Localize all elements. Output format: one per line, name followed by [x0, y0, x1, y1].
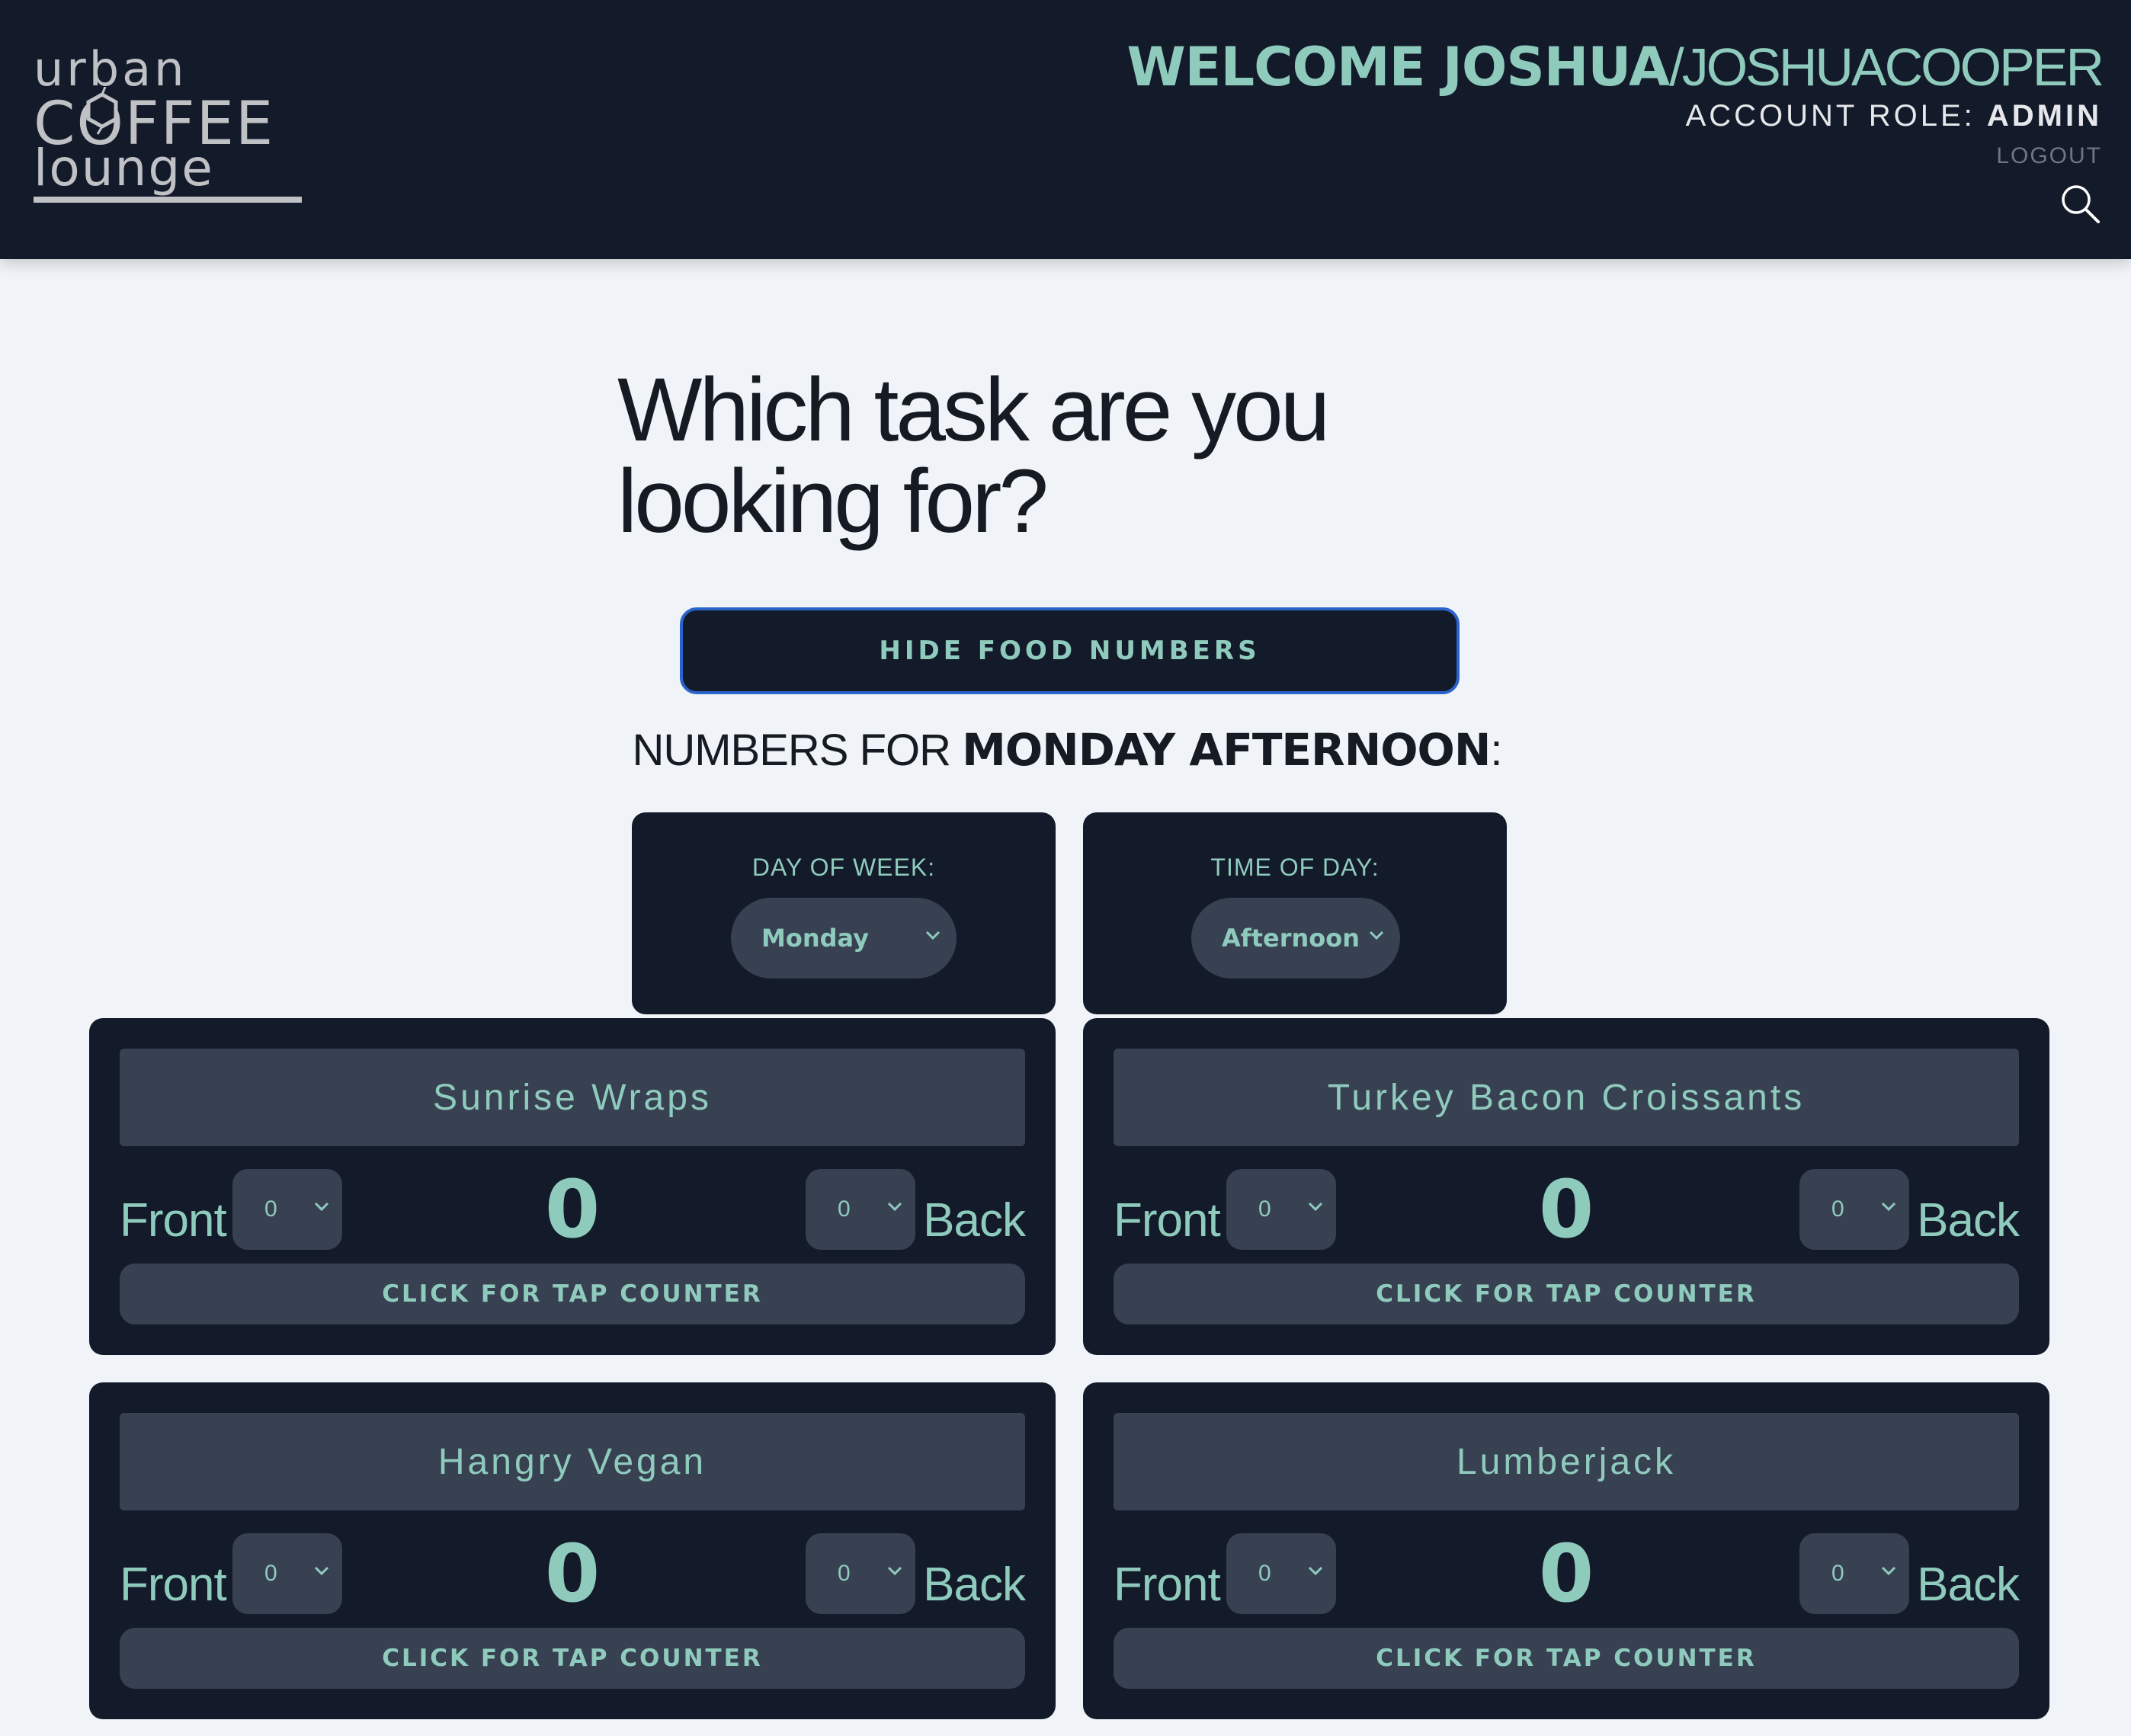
urban-coffee-lounge-logo[interactable]: urban COFFEE lounge — [34, 46, 305, 207]
back-count-select[interactable]: 0 — [1799, 1533, 1909, 1614]
food-card-turkey-bacon-croissants: Turkey Bacon Croissants Front 0 0 0 Back… — [1083, 1018, 2049, 1355]
chevron-down-icon — [887, 1202, 902, 1212]
day-of-week-select[interactable]: Monday — [731, 898, 957, 979]
molecule-icon — [86, 87, 118, 135]
day-of-week-label: DAY OF WEEK: — [751, 854, 936, 881]
hide-food-numbers-button[interactable]: HIDE FOOD NUMBERS — [680, 607, 1460, 694]
page-title-line1: Which task are you — [617, 360, 1330, 460]
page-title-line2: looking for? — [617, 451, 1049, 552]
chevron-down-icon — [1369, 930, 1384, 940]
time-of-day-value: Afternoon — [1222, 924, 1360, 953]
food-card-title: Sunrise Wraps — [120, 1049, 1025, 1146]
account-role-label: ACCOUNT ROLE: — [1685, 99, 1976, 133]
top-header: urban COFFEE lounge WELCOME JOSHUA/JOSHU… — [0, 0, 2131, 259]
food-card-lumberjack: Lumberjack Front 0 0 0 Back CLICK FOR TA… — [1083, 1382, 2049, 1719]
back-label: Back — [923, 1558, 1026, 1611]
back-label: Back — [923, 1194, 1026, 1247]
chevron-down-icon — [887, 1566, 902, 1576]
logo-line-urban: urban — [34, 41, 187, 97]
time-of-day-select[interactable]: Afternoon — [1191, 898, 1400, 979]
time-of-day-label: TIME OF DAY: — [1210, 854, 1380, 881]
search-icon[interactable] — [2059, 183, 2102, 226]
tap-counter-button[interactable]: CLICK FOR TAP COUNTER — [120, 1628, 1025, 1689]
back-label: Back — [1917, 1194, 2020, 1247]
chevron-down-icon — [925, 930, 941, 940]
back-count-value: 0 — [838, 1561, 851, 1586]
numbers-for-day-time: MONDAY AFTERNOON — [962, 724, 1491, 776]
back-count-value: 0 — [1831, 1196, 1844, 1222]
tap-counter-button[interactable]: CLICK FOR TAP COUNTER — [120, 1264, 1025, 1324]
back-count-value: 0 — [1831, 1561, 1844, 1586]
chevron-down-icon — [1881, 1566, 1896, 1576]
welcome-username: JOSHUACOOPER — [1681, 37, 2104, 97]
page-title: Which task are you looking for? — [617, 364, 1380, 547]
back-label: Back — [1917, 1558, 2020, 1611]
numbers-for-heading: NUMBERS FOR MONDAY AFTERNOON: — [0, 724, 2131, 776]
welcome-separator: / — [1669, 37, 1684, 97]
day-of-week-panel: DAY OF WEEK: Monday — [632, 812, 1056, 1014]
tap-counter-button[interactable]: CLICK FOR TAP COUNTER — [1114, 1628, 2019, 1689]
welcome-name: WELCOME JOSHUA — [1126, 36, 1670, 98]
account-role: ACCOUNT ROLE: ADMIN — [1686, 99, 2102, 133]
logout-link[interactable]: LOGOUT — [1996, 143, 2102, 169]
food-card-title: Hangry Vegan — [120, 1413, 1025, 1510]
logo-line-lounge: lounge — [34, 139, 214, 197]
back-count-value: 0 — [838, 1196, 851, 1222]
numbers-for-suffix: : — [1490, 725, 1502, 775]
back-count-select[interactable]: 0 — [806, 1169, 915, 1250]
logo-underline — [34, 197, 302, 203]
back-count-select[interactable]: 0 — [1799, 1169, 1909, 1250]
food-card-title: Lumberjack — [1114, 1413, 2019, 1510]
time-of-day-panel: TIME OF DAY: Afternoon — [1083, 812, 1507, 1014]
chevron-down-icon — [1881, 1202, 1896, 1212]
food-card-sunrise-wraps: Sunrise Wraps Front 0 0 0 Back CLICK FOR… — [89, 1018, 1056, 1355]
numbers-for-prefix: NUMBERS FOR — [632, 725, 963, 775]
tap-counter-button[interactable]: CLICK FOR TAP COUNTER — [1114, 1264, 2019, 1324]
food-card-hangry-vegan: Hangry Vegan Front 0 0 0 Back CLICK FOR … — [89, 1382, 1056, 1719]
account-role-value: ADMIN — [1986, 99, 2102, 133]
food-card-title: Turkey Bacon Croissants — [1114, 1049, 2019, 1146]
welcome-message: WELCOME JOSHUA/JOSHUACOOPER — [1126, 36, 2104, 98]
day-of-week-value: Monday — [761, 924, 869, 953]
back-count-select[interactable]: 0 — [806, 1533, 915, 1614]
